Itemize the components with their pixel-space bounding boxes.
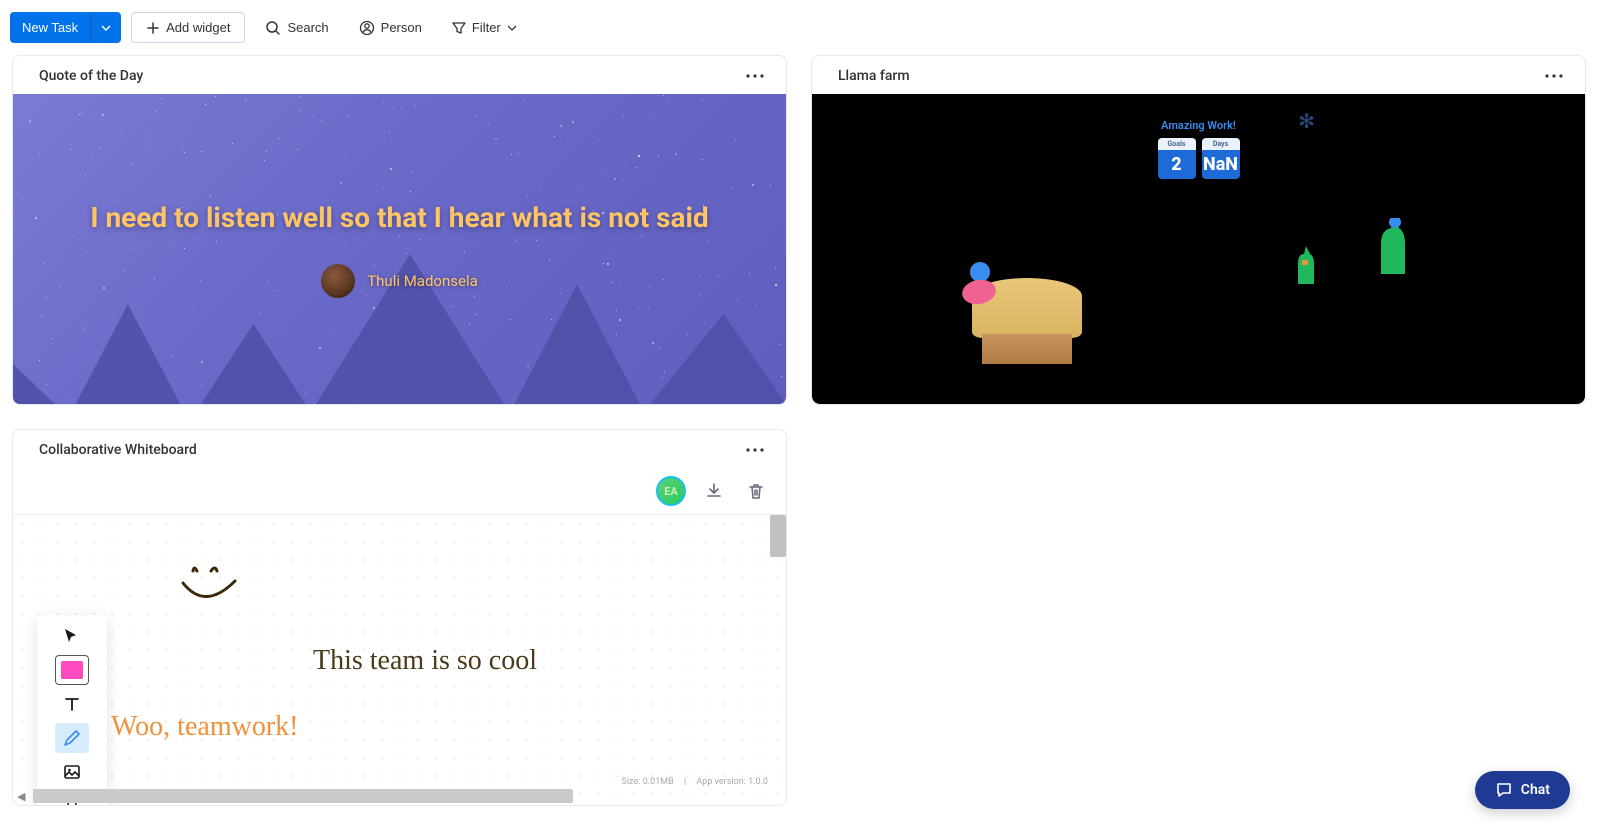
llama-widget: Llama farm Amazing Work! Goals 2 Days Na… xyxy=(811,55,1586,405)
pen-tool[interactable] xyxy=(55,723,89,753)
add-widget-button[interactable]: Add widget xyxy=(131,12,245,43)
plus-icon xyxy=(146,21,160,35)
quote-author: Thuli Madonsela xyxy=(321,264,478,298)
widget-menu-button[interactable] xyxy=(742,70,768,82)
person-icon xyxy=(359,20,375,36)
llama-card-days: Days NaN xyxy=(1202,138,1240,179)
card-label: Days xyxy=(1202,138,1240,150)
quote-widget: Quote of the Day I need to listen well s… xyxy=(12,55,787,405)
pointer-tool[interactable] xyxy=(55,621,89,651)
widget-header: Llama farm xyxy=(812,56,1585,94)
search-icon xyxy=(265,20,281,36)
shape-tool[interactable] xyxy=(55,655,89,685)
filter-icon xyxy=(452,21,466,35)
widget-title: Collaborative Whiteboard xyxy=(39,442,197,458)
smile-drawing xyxy=(179,565,249,615)
size-label: Size: 0.01MB xyxy=(622,777,674,787)
llama-character xyxy=(1292,244,1318,284)
whiteboard-text[interactable]: This team is so cool xyxy=(313,645,537,677)
toolbar: New Task Add widget Search Person Filter xyxy=(0,0,1598,55)
llama-character xyxy=(1377,218,1409,274)
person-button[interactable]: Person xyxy=(349,13,432,43)
dots-icon xyxy=(1545,74,1563,78)
pointer-icon xyxy=(63,627,81,645)
pencil-icon xyxy=(62,728,82,748)
author-avatar xyxy=(321,264,355,298)
version-label: App version: 1.0.0 xyxy=(696,777,768,787)
chat-button[interactable]: Chat xyxy=(1475,771,1570,809)
filter-label: Filter xyxy=(472,20,501,35)
llama-body: Amazing Work! Goals 2 Days NaN ✻ xyxy=(812,94,1585,404)
square-icon xyxy=(61,661,83,679)
scroll-left-arrow[interactable]: ◀ xyxy=(17,790,25,803)
snowflake-icon: ✻ xyxy=(1298,109,1315,133)
quote-body: I need to listen well so that I hear wha… xyxy=(13,94,786,404)
whiteboard-toolbar: EA xyxy=(13,468,786,515)
horizontal-scrollbar[interactable] xyxy=(33,789,573,803)
widget-menu-button[interactable] xyxy=(1541,70,1567,82)
dots-icon xyxy=(746,448,764,452)
vertical-scrollbar[interactable] xyxy=(770,515,786,557)
card-label: Goals xyxy=(1158,138,1196,150)
whiteboard-text[interactable]: Woo, teamwork! xyxy=(111,711,298,743)
flamingo-character xyxy=(962,280,996,304)
llama-card-goals: Goals 2 xyxy=(1158,138,1196,179)
quote-content: I need to listen well so that I hear wha… xyxy=(13,94,786,404)
card-value: 2 xyxy=(1158,150,1196,179)
user-avatar[interactable]: EA xyxy=(656,476,686,506)
filter-button[interactable]: Filter xyxy=(442,13,527,42)
delete-button[interactable] xyxy=(742,477,770,505)
author-name: Thuli Madonsela xyxy=(367,272,478,290)
llama-banner-title: Amazing Work! xyxy=(1158,119,1240,132)
llama-cards: Goals 2 Days NaN xyxy=(1158,138,1240,179)
new-task-button[interactable]: New Task xyxy=(10,12,90,43)
download-button[interactable] xyxy=(700,477,728,505)
new-task-dropdown[interactable] xyxy=(90,12,121,43)
whiteboard-footer: Size: 0.01MB | App version: 1.0.0 xyxy=(614,777,768,787)
widget-title: Quote of the Day xyxy=(39,68,143,84)
trash-icon xyxy=(746,481,766,501)
search-button[interactable]: Search xyxy=(255,13,338,43)
widget-header: Collaborative Whiteboard xyxy=(13,430,786,468)
text-tool[interactable] xyxy=(55,689,89,719)
widget-title: Llama farm xyxy=(838,68,910,84)
image-icon xyxy=(62,762,82,782)
new-task-group: New Task xyxy=(10,12,121,43)
chevron-down-icon xyxy=(507,23,517,33)
whiteboard-canvas[interactable]: This team is so cool Woo, teamwork! Size… xyxy=(13,515,786,805)
quote-text: I need to listen well so that I hear wha… xyxy=(90,201,708,234)
chevron-down-icon xyxy=(101,23,111,33)
dots-icon xyxy=(746,74,764,78)
whiteboard-tools xyxy=(37,615,107,805)
whiteboard-widget: Collaborative Whiteboard EA xyxy=(12,429,787,806)
image-tool[interactable] xyxy=(55,757,89,787)
widget-header: Quote of the Day xyxy=(13,56,786,94)
chat-label: Chat xyxy=(1521,782,1550,798)
download-icon xyxy=(704,481,724,501)
card-value: NaN xyxy=(1202,150,1240,179)
chat-icon xyxy=(1495,781,1513,799)
search-label: Search xyxy=(287,20,328,35)
person-label: Person xyxy=(381,20,422,35)
llama-banner: Amazing Work! Goals 2 Days NaN xyxy=(1158,119,1240,179)
text-icon xyxy=(62,694,82,714)
widget-menu-button[interactable] xyxy=(742,444,768,456)
add-widget-label: Add widget xyxy=(166,20,230,35)
